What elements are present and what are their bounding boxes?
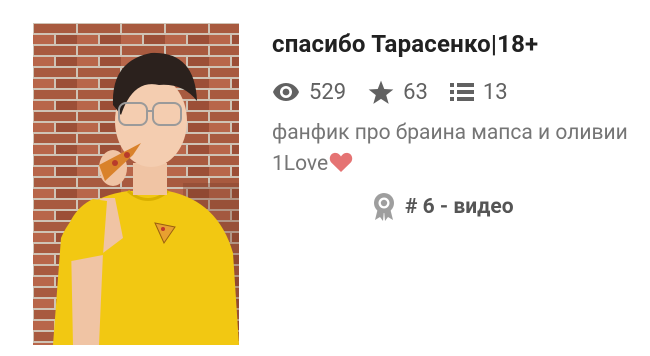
cover-image[interactable] xyxy=(33,23,239,345)
star-icon xyxy=(368,80,394,105)
list-icon xyxy=(449,82,474,102)
fanfic-description: фанфик про браина мапса и оливии 1Love xyxy=(272,118,632,183)
fanfic-card[interactable]: спасибо Тарасенко|18+ 529 63 13 фанфик п… xyxy=(0,0,650,356)
rank-label: # 6 - видео xyxy=(405,195,514,219)
stats-row: 529 63 13 xyxy=(272,76,530,108)
parts-count: 13 xyxy=(482,79,508,105)
fanfic-title[interactable]: спасибо Тарасенко|18+ xyxy=(272,30,538,58)
description-text: фанфик про браина мапса и оливии 1Love xyxy=(272,121,628,176)
stars-stat: 63 xyxy=(368,80,428,105)
eye-icon xyxy=(272,82,300,102)
cover-photo xyxy=(33,23,239,345)
parts-stat: 13 xyxy=(449,79,508,105)
views-count: 529 xyxy=(309,79,347,105)
views-stat: 529 xyxy=(272,80,346,105)
rank-badge[interactable]: # 6 - видео xyxy=(373,193,514,221)
award-ribbon-icon xyxy=(373,193,395,221)
heart-icon xyxy=(329,151,353,183)
stars-count: 63 xyxy=(403,79,428,105)
